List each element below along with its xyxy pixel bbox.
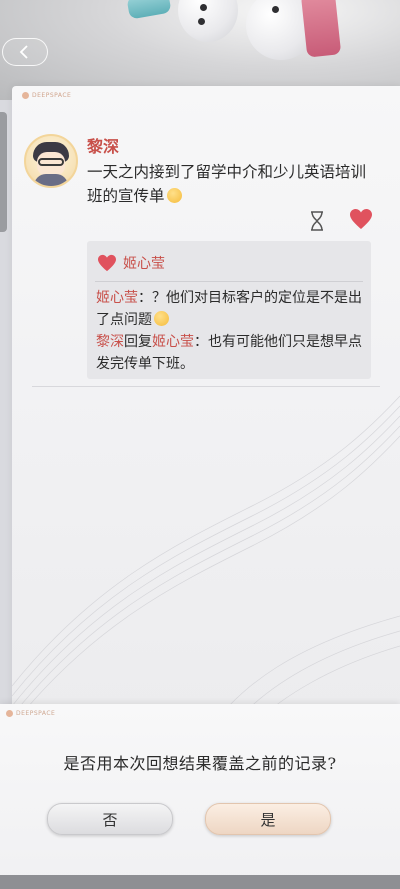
moment-card: DEEPSPACE 黎深 一天之内接到了留学中介和少儿英语培训班的宣传单 姬心莹… xyxy=(12,86,400,726)
comments-panel: 姬心莹 姬心莹：？他们对目标客户的定位是不是出了点问题 黎深回复姬心莹：也有可能… xyxy=(87,241,371,379)
no-button[interactable]: 否 xyxy=(47,803,173,835)
yes-button[interactable]: 是 xyxy=(205,803,331,835)
reply-target: 姬心莹 xyxy=(152,334,194,350)
overwrite-dialog: DEEPSPACE 是否用本次回想结果覆盖之前的记录? 否 是 xyxy=(0,704,400,889)
like-heart-icon[interactable] xyxy=(349,208,373,230)
author-avatar[interactable] xyxy=(24,134,78,188)
post-text: 一天之内接到了留学中介和少儿英语培训班的宣传单 xyxy=(87,163,367,205)
comment-separator: ： xyxy=(194,334,208,350)
card-brand: DEEPSPACE xyxy=(22,92,71,99)
brand-logo-icon xyxy=(22,92,29,99)
comment-separator: ： xyxy=(138,290,152,306)
comment-item[interactable]: 姬心莹：？他们对目标客户的定位是不是出了点问题 xyxy=(96,287,364,331)
snowman-scarf xyxy=(300,0,342,58)
side-handle xyxy=(0,112,7,232)
likes-row: 姬心莹 xyxy=(97,253,165,273)
liker-name[interactable]: 姬心莹 xyxy=(123,253,165,273)
card-brand-text: DEEPSPACE xyxy=(32,92,72,99)
reply-label: 回复 xyxy=(124,334,152,350)
hourglass-icon[interactable] xyxy=(308,210,326,232)
avatar-body xyxy=(34,174,68,186)
snowman-eye xyxy=(198,18,205,25)
snowman-scarf xyxy=(126,0,172,20)
dialog-brand-text: DEEPSPACE xyxy=(16,710,56,717)
comment-author: 姬心莹 xyxy=(96,290,138,306)
dialog-brand: DEEPSPACE xyxy=(6,710,55,717)
comments-divider xyxy=(95,281,363,282)
heart-icon xyxy=(98,254,116,272)
snowman-eye xyxy=(272,6,279,13)
post-author-name: 黎深 xyxy=(87,137,120,156)
brand-logo-icon xyxy=(6,710,13,717)
chevron-left-icon xyxy=(19,45,28,59)
smile-emoji-icon xyxy=(166,188,182,203)
back-button[interactable] xyxy=(2,38,48,66)
decorative-waves xyxy=(12,395,400,726)
avatar-glasses xyxy=(38,158,64,166)
snowman-left xyxy=(178,0,238,42)
comment-author: 黎深 xyxy=(96,334,124,350)
post-content: 一天之内接到了留学中介和少儿英语培训班的宣传单 xyxy=(87,160,377,208)
background-photo xyxy=(0,0,400,100)
snowman-eye xyxy=(200,4,207,11)
dialog-message: 是否用本次回想结果覆盖之前的记录? xyxy=(63,754,337,773)
comment-item[interactable]: 黎深回复姬心莹：也有可能他们只是想早点发完传单下班。 xyxy=(96,331,364,375)
smile-emoji-icon xyxy=(154,311,169,326)
bottom-bar xyxy=(0,875,400,889)
